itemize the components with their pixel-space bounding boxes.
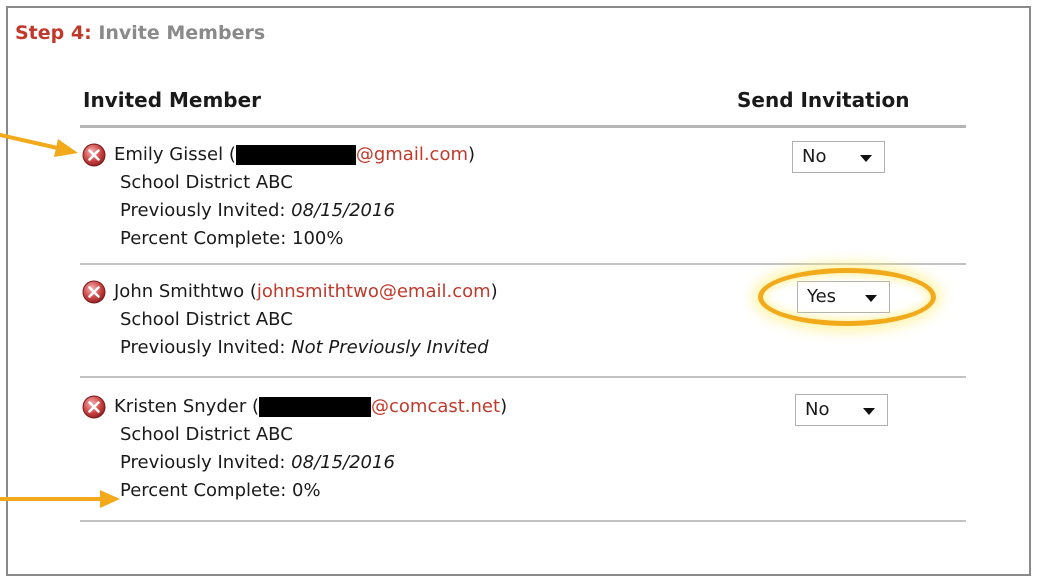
header-divider bbox=[80, 125, 966, 128]
previously-invited: Previously Invited: 08/15/2016 bbox=[120, 452, 395, 473]
send-invitation-value: No bbox=[805, 399, 830, 420]
member-organization: School District ABC bbox=[120, 309, 293, 330]
step-heading: Step 4: Invite Members bbox=[15, 22, 265, 44]
step-title: Invite Members bbox=[98, 22, 266, 44]
email-open-paren: ( bbox=[249, 281, 257, 302]
member-email[interactable]: @gmail.com bbox=[356, 141, 468, 169]
redaction-bar bbox=[259, 397, 371, 417]
percent-complete: Percent Complete: 100% bbox=[120, 228, 344, 249]
email-open-paren: ( bbox=[228, 144, 236, 165]
member-organization: School District ABC bbox=[120, 424, 293, 445]
arrow-right-icon bbox=[0, 133, 78, 157]
member-row: Kristen Snyder ( @comcast.net) School Dis… bbox=[82, 393, 507, 505]
member-name: Emily Gissel bbox=[114, 144, 224, 165]
remove-x-icon[interactable] bbox=[82, 143, 106, 167]
percent-complete-value: 100% bbox=[292, 228, 344, 249]
email-close-paren: ) bbox=[490, 281, 498, 302]
email-open-paren: ( bbox=[251, 396, 259, 417]
remove-x-icon[interactable] bbox=[82, 280, 106, 304]
previously-invited-value: 08/15/2016 bbox=[291, 452, 395, 473]
member-name: John Smithtwo bbox=[114, 281, 245, 302]
member-organization: School District ABC bbox=[120, 172, 293, 193]
percent-complete: Percent Complete: 0% bbox=[120, 480, 321, 501]
previously-invited-value: 08/15/2016 bbox=[291, 200, 395, 221]
row-divider bbox=[80, 376, 966, 378]
send-invitation-select[interactable]: No bbox=[795, 394, 888, 426]
redaction-bar bbox=[235, 145, 356, 165]
column-header-send-invitation: Send Invitation bbox=[737, 88, 910, 112]
previously-invited: Previously Invited: 08/15/2016 bbox=[120, 200, 395, 221]
step-number: Step 4: bbox=[15, 22, 92, 44]
row-divider bbox=[80, 263, 966, 265]
chevron-down-icon bbox=[860, 155, 872, 162]
member-row: John Smithtwo (johnsmithtwo@email.com) S… bbox=[82, 278, 498, 362]
send-invitation-select[interactable]: No bbox=[792, 141, 885, 173]
member-email[interactable]: johnsmithtwo@email.com bbox=[257, 278, 491, 306]
column-header-invited-member: Invited Member bbox=[83, 88, 262, 112]
member-row: Emily Gissel ( @gmail.com) School Distric… bbox=[82, 141, 475, 253]
email-close-paren: ) bbox=[500, 396, 508, 417]
send-invitation-value: No bbox=[802, 146, 827, 167]
chevron-down-icon bbox=[863, 408, 875, 415]
remove-x-icon[interactable] bbox=[82, 395, 106, 419]
row-divider bbox=[80, 520, 966, 522]
highlight-circle bbox=[758, 268, 936, 326]
percent-complete-value: 0% bbox=[292, 480, 321, 501]
member-name: Kristen Snyder bbox=[114, 396, 247, 417]
member-email[interactable]: @comcast.net bbox=[371, 393, 500, 421]
arrow-right-icon bbox=[0, 490, 120, 508]
email-close-paren: ) bbox=[468, 144, 476, 165]
previously-invited-value: Not Previously Invited bbox=[291, 337, 489, 358]
previously-invited: Previously Invited: Not Previously Invit… bbox=[120, 337, 489, 358]
